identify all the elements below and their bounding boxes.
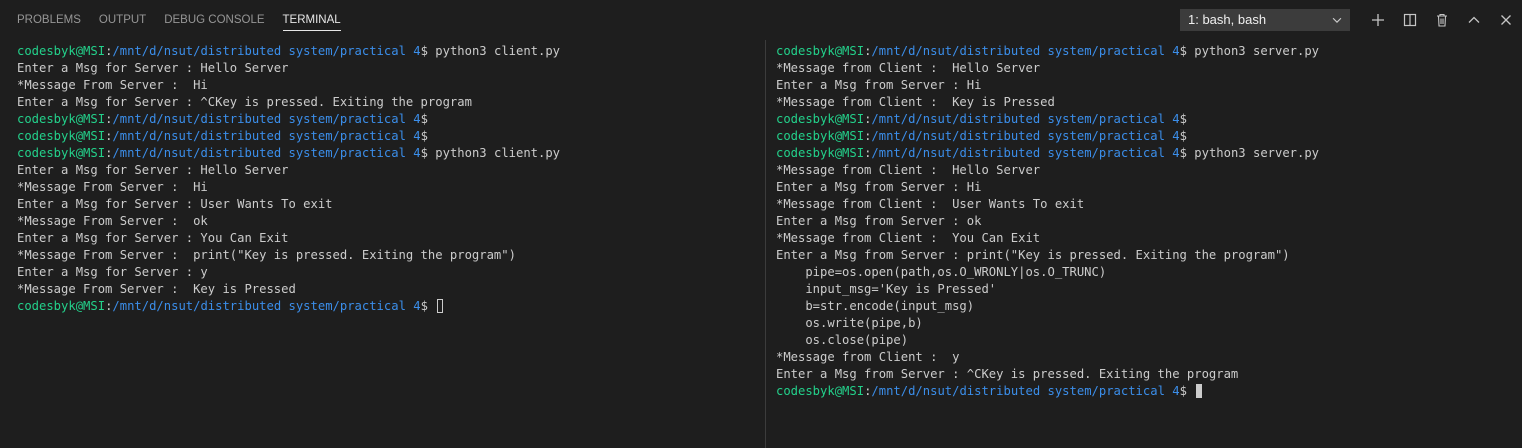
output-line: *Message From Server : Key is Pressed	[17, 282, 296, 296]
output-line: *Message From Server : ok	[17, 214, 208, 228]
prompt-line: codesbyk@MSI:/mnt/d/nsut/distributed sys…	[17, 43, 757, 60]
chevron-down-icon	[1332, 17, 1342, 23]
output-line: Enter a Msg for Server : ^CKey is presse…	[17, 95, 472, 109]
terminal-select[interactable]: 1: bash, bash	[1180, 9, 1350, 31]
split-terminal-button[interactable]	[1400, 10, 1420, 30]
prompt-line: codesbyk@MSI:/mnt/d/nsut/distributed sys…	[776, 43, 1516, 60]
split-editor-icon	[1403, 13, 1417, 27]
prompt-line: codesbyk@MSI:/mnt/d/nsut/distributed sys…	[17, 298, 757, 315]
prompt-symbol: $	[1179, 146, 1195, 160]
prompt-path: /mnt/d/nsut/distributed system/practical…	[871, 112, 1180, 126]
output-line: Enter a Msg for Server : Hello Server	[17, 163, 289, 177]
prompt-line: codesbyk@MSI:/mnt/d/nsut/distributed sys…	[17, 128, 757, 145]
output-line: *Message from Client : y	[776, 350, 960, 364]
output-line: Enter a Msg from Server : Hi	[776, 78, 982, 92]
plus-icon	[1372, 14, 1384, 26]
output-line: Enter a Msg for Server : Hello Server	[17, 61, 289, 75]
command-text: python3 client.py	[435, 44, 561, 58]
panel-header: PROBLEMS OUTPUT DEBUG CONSOLE TERMINAL 1…	[0, 0, 1522, 40]
tab-debug-console[interactable]: DEBUG CONSOLE	[155, 0, 273, 40]
prompt-line: codesbyk@MSI:/mnt/d/nsut/distributed sys…	[776, 128, 1516, 145]
output-line: *Message from Client : You Can Exit	[776, 231, 1041, 245]
prompt-line: codesbyk@MSI:/mnt/d/nsut/distributed sys…	[17, 145, 757, 162]
prompt-user: codesbyk@MSI	[17, 129, 106, 143]
prompt-user: codesbyk@MSI	[776, 129, 865, 143]
panel-tabs: PROBLEMS OUTPUT DEBUG CONSOLE TERMINAL	[8, 0, 350, 40]
command-text: python3 server.py	[1194, 146, 1320, 160]
output-line: *Message from Client : Hello Server	[776, 61, 1041, 75]
prompt-path: /mnt/d/nsut/distributed system/practical…	[871, 384, 1180, 398]
output-line: Enter a Msg from Server : Hi	[776, 180, 982, 194]
terminal-cursor	[437, 299, 444, 313]
prompt-symbol: $	[420, 44, 436, 58]
prompt-path: /mnt/d/nsut/distributed system/practical…	[112, 44, 421, 58]
prompt-symbol: $	[420, 299, 436, 313]
prompt-path: /mnt/d/nsut/distributed system/practical…	[112, 299, 421, 313]
terminal-select-value: 1: bash, bash	[1188, 12, 1267, 27]
prompt-line: codesbyk@MSI:/mnt/d/nsut/distributed sys…	[776, 383, 1516, 400]
new-terminal-button[interactable]	[1368, 10, 1388, 30]
tab-output[interactable]: OUTPUT	[90, 0, 155, 40]
output-line: b=str.encode(input_msg)	[776, 299, 975, 313]
prompt-path: /mnt/d/nsut/distributed system/practical…	[112, 146, 421, 160]
prompt-user: codesbyk@MSI	[17, 112, 106, 126]
prompt-path: /mnt/d/nsut/distributed system/practical…	[871, 44, 1180, 58]
command-text: python3 server.py	[1194, 44, 1320, 58]
chevron-up-icon	[1468, 16, 1480, 23]
output-line: Enter a Msg from Server : ^CKey is press…	[776, 367, 1239, 381]
trash-icon	[1437, 13, 1447, 27]
output-line: *Message From Server : print("Key is pre…	[17, 248, 516, 262]
prompt-line: codesbyk@MSI:/mnt/d/nsut/distributed sys…	[776, 145, 1516, 162]
terminal-cursor	[1196, 384, 1203, 398]
prompt-symbol: $	[1179, 44, 1195, 58]
output-line: Enter a Msg from Server : ok	[776, 214, 982, 228]
output-line: pipe=os.open(path,os.O_WRONLY|os.O_TRUNC…	[776, 265, 1107, 279]
prompt-user: codesbyk@MSI	[776, 384, 865, 398]
panel-controls: 1: bash, bash	[1180, 8, 1522, 32]
prompt-symbol: $	[420, 129, 436, 143]
output-line: input_msg='Key is Pressed'	[776, 282, 997, 296]
prompt-user: codesbyk@MSI	[17, 44, 106, 58]
prompt-symbol: $	[1179, 129, 1195, 143]
tab-problems[interactable]: PROBLEMS	[8, 0, 90, 40]
output-line: *Message from Client : User Wants To exi…	[776, 197, 1085, 211]
prompt-user: codesbyk@MSI	[17, 299, 106, 313]
prompt-line: codesbyk@MSI:/mnt/d/nsut/distributed sys…	[17, 111, 757, 128]
command-text: python3 client.py	[435, 146, 561, 160]
prompt-user: codesbyk@MSI	[776, 44, 865, 58]
prompt-path: /mnt/d/nsut/distributed system/practical…	[871, 146, 1180, 160]
prompt-user: codesbyk@MSI	[776, 112, 865, 126]
prompt-user: codesbyk@MSI	[17, 146, 106, 160]
output-line: Enter a Msg for Server : y	[17, 265, 208, 279]
kill-terminal-button[interactable]	[1432, 10, 1452, 30]
terminal-client[interactable]: codesbyk@MSI:/mnt/d/nsut/distributed sys…	[17, 43, 757, 443]
prompt-path: /mnt/d/nsut/distributed system/practical…	[112, 112, 421, 126]
prompt-path: /mnt/d/nsut/distributed system/practical…	[112, 129, 421, 143]
output-line: *Message From Server : Hi	[17, 180, 208, 194]
maximize-panel-button[interactable]	[1464, 10, 1484, 30]
tab-terminal[interactable]: TERMINAL	[274, 0, 350, 40]
output-line: Enter a Msg for Server : You Can Exit	[17, 231, 289, 245]
prompt-user: codesbyk@MSI	[776, 146, 865, 160]
prompt-symbol: $	[1179, 112, 1195, 126]
prompt-symbol: $	[1179, 384, 1195, 398]
terminal-server[interactable]: codesbyk@MSI:/mnt/d/nsut/distributed sys…	[776, 43, 1516, 443]
close-icon	[1501, 15, 1511, 25]
prompt-symbol: $	[420, 112, 436, 126]
prompt-line: codesbyk@MSI:/mnt/d/nsut/distributed sys…	[776, 111, 1516, 128]
output-line: os.write(pipe,b)	[776, 316, 923, 330]
close-panel-button[interactable]	[1496, 10, 1516, 30]
output-line: Enter a Msg from Server : print("Key is …	[776, 248, 1290, 262]
output-line: *Message from Client : Hello Server	[776, 163, 1041, 177]
output-line: os.close(pipe)	[776, 333, 909, 347]
output-line: *Message From Server : Hi	[17, 78, 208, 92]
output-line: Enter a Msg for Server : User Wants To e…	[17, 197, 333, 211]
terminal-panel: PROBLEMS OUTPUT DEBUG CONSOLE TERMINAL 1…	[0, 0, 1522, 448]
prompt-symbol: $	[420, 146, 436, 160]
split-divider[interactable]	[765, 40, 766, 448]
output-line: *Message from Client : Key is Pressed	[776, 95, 1055, 109]
prompt-path: /mnt/d/nsut/distributed system/practical…	[871, 129, 1180, 143]
